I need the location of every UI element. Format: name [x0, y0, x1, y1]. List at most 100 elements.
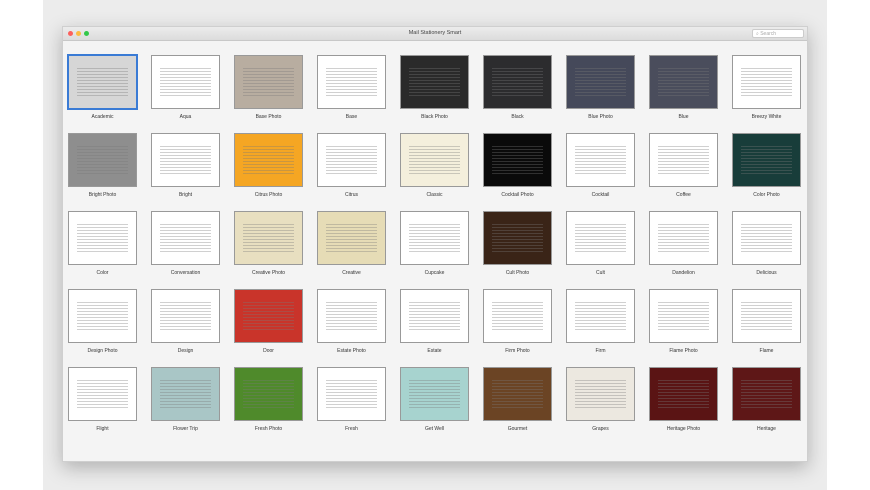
template-thumbnail[interactable] [649, 133, 718, 187]
template-thumbnail[interactable] [400, 211, 469, 265]
template-label: Black Photo [421, 114, 448, 120]
template-item[interactable]: Heritage Photo [649, 367, 718, 433]
template-thumbnail[interactable] [649, 289, 718, 343]
template-label: Conversation [170, 270, 201, 276]
template-thumbnail[interactable] [732, 367, 801, 421]
template-thumbnail[interactable] [400, 55, 469, 109]
template-item[interactable]: Creative [317, 211, 386, 277]
template-thumbnail[interactable] [400, 367, 469, 421]
template-item[interactable]: Cult [566, 211, 635, 277]
template-item[interactable]: Bright [151, 133, 220, 199]
template-thumbnail[interactable] [732, 211, 801, 265]
template-item[interactable]: Breezy White [732, 55, 801, 121]
template-item[interactable]: Cupcake [400, 211, 469, 277]
template-thumbnail[interactable] [400, 133, 469, 187]
template-item[interactable]: Color Photo [732, 133, 801, 199]
template-item[interactable]: Design Photo [68, 289, 137, 355]
template-item[interactable]: Black Photo [400, 55, 469, 121]
template-label: Black [511, 114, 524, 120]
thumbnail-text-preview [243, 300, 294, 332]
template-thumbnail[interactable] [151, 133, 220, 187]
template-item[interactable]: Estate Photo [317, 289, 386, 355]
template-thumbnail[interactable] [566, 55, 635, 109]
template-item[interactable]: Blue Photo [566, 55, 635, 121]
template-thumbnail[interactable] [317, 367, 386, 421]
template-item[interactable]: Cult Photo [483, 211, 552, 277]
template-thumbnail[interactable] [234, 367, 303, 421]
template-item[interactable]: Flower Trip [151, 367, 220, 433]
thumbnail-text-preview [575, 66, 626, 98]
template-thumbnail[interactable] [566, 289, 635, 343]
template-item[interactable]: Heritage [732, 367, 801, 433]
template-thumbnail[interactable] [234, 289, 303, 343]
template-thumbnail[interactable] [151, 367, 220, 421]
template-thumbnail[interactable] [400, 289, 469, 343]
template-item[interactable]: Dandelion [649, 211, 718, 277]
template-thumbnail[interactable] [317, 289, 386, 343]
template-item[interactable]: Black [483, 55, 552, 121]
search-input[interactable]: ⌕ Search [752, 29, 804, 38]
template-item[interactable]: Fresh [317, 367, 386, 433]
template-thumbnail[interactable] [234, 133, 303, 187]
template-thumbnail[interactable] [68, 55, 137, 109]
template-item[interactable]: Design [151, 289, 220, 355]
template-item[interactable]: Classic [400, 133, 469, 199]
template-thumbnail[interactable] [566, 211, 635, 265]
thumbnail-text-preview [77, 144, 128, 176]
template-item[interactable]: Fresh Photo [234, 367, 303, 433]
template-item[interactable]: Citrus Photo [234, 133, 303, 199]
template-item[interactable]: Bright Photo [68, 133, 137, 199]
template-item[interactable]: Academic [68, 55, 137, 121]
template-item[interactable]: Flight [68, 367, 137, 433]
template-item[interactable]: Flame [732, 289, 801, 355]
template-thumbnail[interactable] [649, 367, 718, 421]
thumbnail-text-preview [243, 222, 294, 254]
template-thumbnail[interactable] [234, 55, 303, 109]
template-thumbnail[interactable] [151, 55, 220, 109]
template-item[interactable]: Estate [400, 289, 469, 355]
template-item[interactable]: Color [68, 211, 137, 277]
template-thumbnail[interactable] [649, 55, 718, 109]
template-item[interactable]: Coffee [649, 133, 718, 199]
template-item[interactable]: Citrus [317, 133, 386, 199]
template-item[interactable]: Aqua [151, 55, 220, 121]
template-item[interactable]: Firm Photo [483, 289, 552, 355]
template-thumbnail[interactable] [151, 289, 220, 343]
template-item[interactable]: Firm [566, 289, 635, 355]
template-thumbnail[interactable] [483, 289, 552, 343]
template-thumbnail[interactable] [68, 367, 137, 421]
template-item[interactable]: Base [317, 55, 386, 121]
template-thumbnail[interactable] [566, 133, 635, 187]
template-label: Fresh [345, 426, 358, 432]
template-thumbnail[interactable] [483, 55, 552, 109]
template-item[interactable]: Flame Photo [649, 289, 718, 355]
template-thumbnail[interactable] [732, 133, 801, 187]
template-item[interactable]: Base Photo [234, 55, 303, 121]
template-thumbnail[interactable] [234, 211, 303, 265]
template-thumbnail[interactable] [68, 133, 137, 187]
template-item[interactable]: Cocktail Photo [483, 133, 552, 199]
template-thumbnail[interactable] [151, 211, 220, 265]
template-item[interactable]: Grapes [566, 367, 635, 433]
template-thumbnail[interactable] [317, 55, 386, 109]
template-item[interactable]: Get Well [400, 367, 469, 433]
template-thumbnail[interactable] [317, 211, 386, 265]
template-thumbnail[interactable] [483, 211, 552, 265]
template-thumbnail[interactable] [68, 289, 137, 343]
template-thumbnail[interactable] [317, 133, 386, 187]
thumbnail-text-preview [575, 222, 626, 254]
template-thumbnail[interactable] [649, 211, 718, 265]
template-item[interactable]: Cocktail [566, 133, 635, 199]
template-item[interactable]: Gourmet [483, 367, 552, 433]
template-item[interactable]: Conversation [151, 211, 220, 277]
template-thumbnail[interactable] [483, 367, 552, 421]
template-thumbnail[interactable] [68, 211, 137, 265]
template-thumbnail[interactable] [732, 55, 801, 109]
template-thumbnail[interactable] [732, 289, 801, 343]
template-item[interactable]: Delicious [732, 211, 801, 277]
template-item[interactable]: Blue [649, 55, 718, 121]
template-thumbnail[interactable] [483, 133, 552, 187]
template-item[interactable]: Door [234, 289, 303, 355]
template-item[interactable]: Creative Photo [234, 211, 303, 277]
template-thumbnail[interactable] [566, 367, 635, 421]
